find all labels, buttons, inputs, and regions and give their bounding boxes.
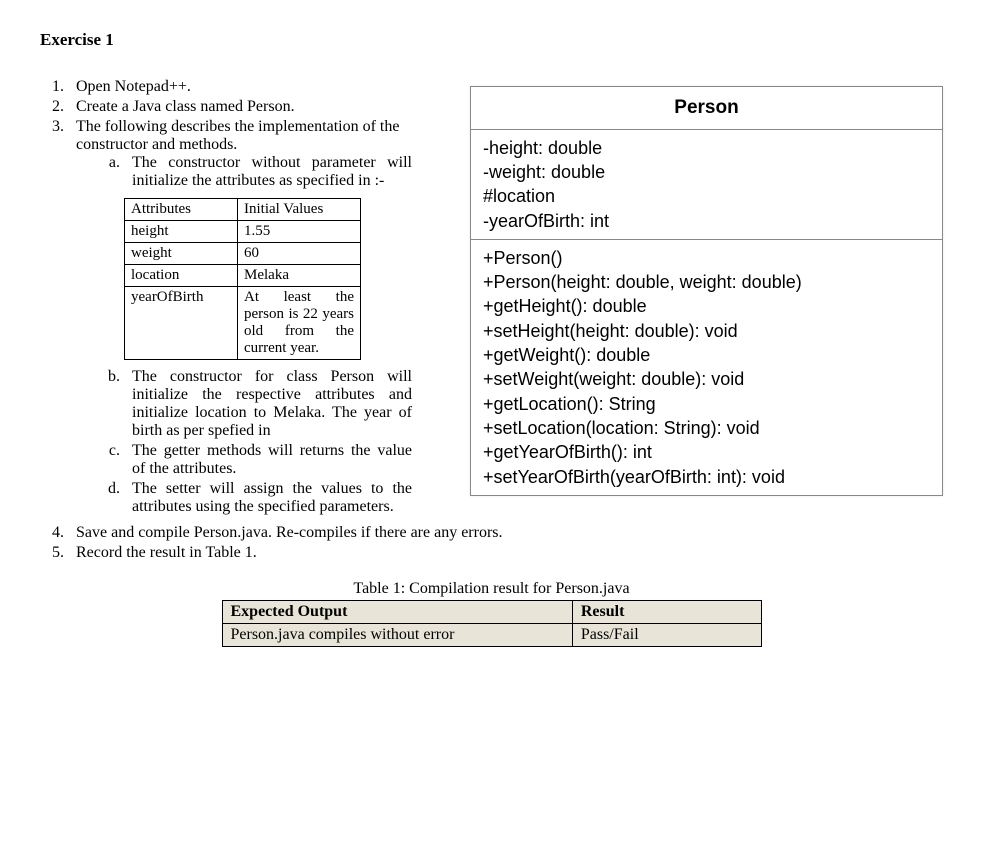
result-table: Expected Output Result Person.java compi… <box>222 600 762 647</box>
attributes-table: Attributes Initial Values height 1.55 we… <box>124 198 361 360</box>
uml-methods-section: +Person() +Person(height: double, weight… <box>471 240 942 495</box>
uml-method: +Person() <box>483 246 930 270</box>
table-row: weight 60 <box>125 243 361 265</box>
step-3a: The constructor without parameter will i… <box>124 154 412 190</box>
uml-class-name: Person <box>471 87 942 130</box>
step-3b: The constructor for class Person will in… <box>124 368 412 440</box>
substeps-list: The constructor without parameter will i… <box>76 154 450 190</box>
main-steps-list: Open Notepad++. Create a Java class name… <box>40 78 450 516</box>
uml-method: +setHeight(height: double): void <box>483 319 930 343</box>
uml-column: Person -height: double -weight: double #… <box>470 86 943 496</box>
step-5: Record the result in Table 1. <box>68 544 943 562</box>
uml-method: +getWeight(): double <box>483 343 930 367</box>
uml-method: +setLocation(location: String): void <box>483 416 930 440</box>
step-3d: The setter will assign the values to the… <box>124 480 412 516</box>
table-row: height 1.55 <box>125 221 361 243</box>
step-3-text: The following describes the implementati… <box>76 118 399 153</box>
uml-attribute: #location <box>483 184 930 208</box>
step-3c: The getter methods will returns the valu… <box>124 442 412 478</box>
uml-method: +getLocation(): String <box>483 392 930 416</box>
table-row: yearOfBirth At least the person is 22 ye… <box>125 287 361 360</box>
step-2: Create a Java class named Person. <box>68 98 450 116</box>
step-1: Open Notepad++. <box>68 78 450 96</box>
result-table-header-expected: Expected Output <box>222 601 572 624</box>
uml-class-diagram: Person -height: double -weight: double #… <box>470 86 943 496</box>
exercise-title: Exercise 1 <box>40 30 943 50</box>
table1-caption: Table 1: Compilation result for Person.j… <box>222 580 762 598</box>
step-3: The following describes the implementati… <box>68 118 450 516</box>
uml-attribute: -height: double <box>483 136 930 160</box>
uml-attribute: -weight: double <box>483 160 930 184</box>
uml-method: +setWeight(weight: double): void <box>483 367 930 391</box>
attr-table-header-values: Initial Values <box>238 199 361 221</box>
uml-method: +setYearOfBirth(yearOfBirth: int): void <box>483 465 930 489</box>
result-table-expected-cell: Person.java compiles without error <box>222 624 572 647</box>
step-4: Save and compile Person.java. Re-compile… <box>68 524 943 542</box>
uml-method: +getHeight(): double <box>483 294 930 318</box>
uml-method: +Person(height: double, weight: double) <box>483 270 930 294</box>
table-row: location Melaka <box>125 265 361 287</box>
main-steps-list-cont: Save and compile Person.java. Re-compile… <box>40 524 943 562</box>
uml-attributes-section: -height: double -weight: double #locatio… <box>471 130 942 240</box>
result-table-result-cell: Pass/Fail <box>572 624 761 647</box>
instructions-column: Open Notepad++. Create a Java class name… <box>40 78 450 518</box>
result-table-header-result: Result <box>572 601 761 624</box>
table-row: Person.java compiles without error Pass/… <box>222 624 761 647</box>
attr-table-header-attributes: Attributes <box>125 199 238 221</box>
substeps-list-cont: The constructor for class Person will in… <box>76 368 450 516</box>
uml-attribute: -yearOfBirth: int <box>483 209 930 233</box>
uml-method: +getYearOfBirth(): int <box>483 440 930 464</box>
